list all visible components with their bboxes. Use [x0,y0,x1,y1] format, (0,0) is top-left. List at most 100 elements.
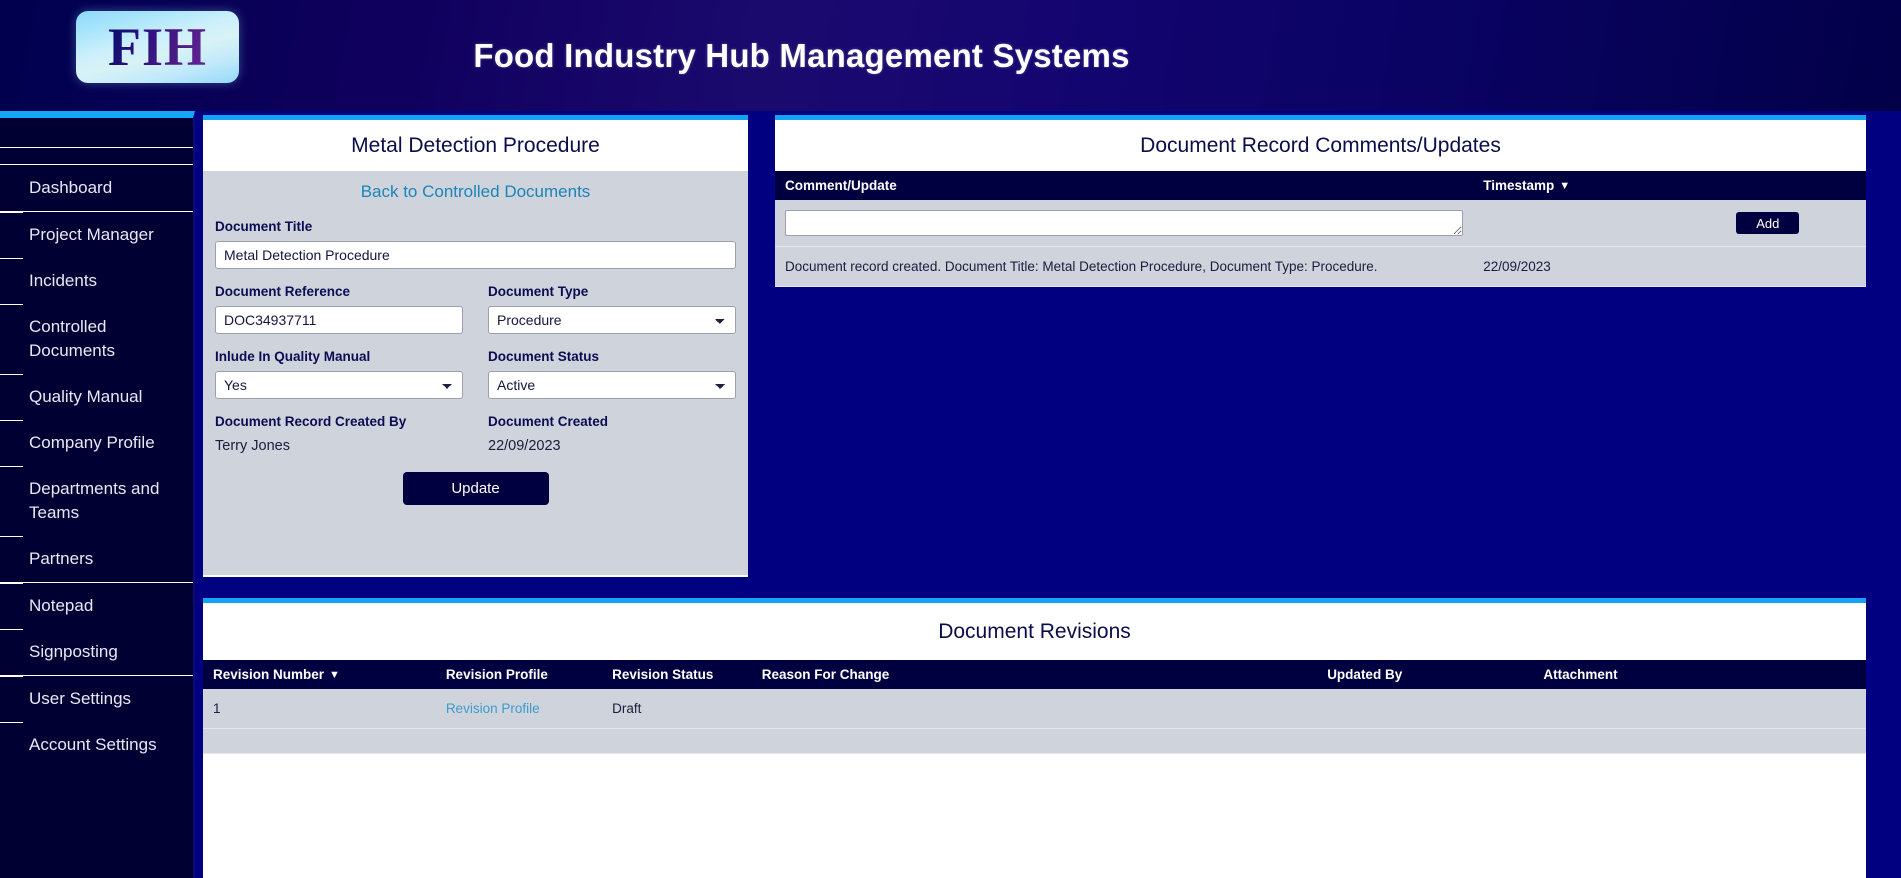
document-created-field: Document Created 22/09/2023 [488,414,736,454]
revisions-col-updated-by[interactable]: Updated By [1317,660,1534,689]
revisions-col-attachment[interactable]: Attachment [1533,660,1866,689]
comment-row-actions [1669,246,1866,287]
app-title: Food Industry Hub Management Systems [473,36,1130,74]
sidebar-item-label: Incidents [29,271,98,290]
document-type-label: Document Type [488,284,589,299]
quality-status-row: Inlude In Quality Manual Yes Document St… [215,349,736,399]
revisions-col-status-label: Revision Status [612,667,714,682]
comments-header-row: Comment/Update Timestamp ▼ [775,171,1866,200]
comments-col-timestamp-label: Timestamp [1483,178,1555,193]
sidebar-item-controlled-documents[interactable]: Controlled Documents [0,304,193,374]
document-revisions-panel: Document Revisions Revision Number ▼ Revi… [203,598,1866,878]
revision-number-cell: 1 [203,689,436,729]
revisions-table-footer-row [203,728,1866,754]
document-reference-label: Document Reference [215,284,351,299]
reference-type-row: Document Reference Document Type Procedu… [215,284,736,334]
comments-updates-panel: Document Record Comments/Updates Comment… [775,115,1866,287]
comments-col-comment[interactable]: Comment/Update [775,171,1474,200]
sidebar-item-partners[interactable]: Partners [0,536,193,582]
revision-profile-cell: Revision Profile [435,689,603,729]
sidebar-group-3: User Settings Account Settings [0,675,193,768]
created-by-field: Document Record Created By Terry Jones [215,414,463,454]
comments-col-comment-label: Comment/Update [785,178,897,193]
comment-add-cell: Add [1669,200,1866,247]
sidebar-item-account-settings[interactable]: Account Settings [0,722,193,768]
document-created-label: Document Created [488,414,609,429]
document-detail-panel: Metal Detection Procedure Back to Contro… [203,115,748,577]
document-reference-input[interactable] [215,306,463,334]
document-form: Back to Controlled Documents Document Ti… [203,171,748,575]
comment-input[interactable] [785,210,1464,236]
created-by-label: Document Record Created By [215,414,407,429]
comments-table-body: Add Document record created. Document Ti… [775,200,1866,287]
sidebar-item-label: Company Profile [29,433,155,452]
revisions-col-reason[interactable]: Reason For Change [751,660,1318,689]
revisions-table: Revision Number ▼ Revision Profile Revisi… [203,660,1866,754]
revisions-footer-cell [203,728,1866,754]
document-type-select[interactable]: Procedure [488,306,736,334]
document-title-label: Document Title [215,219,313,234]
comment-input-spacer-cell [1473,200,1670,247]
revision-status-cell: Draft [602,689,752,729]
sidebar-item-notepad[interactable]: Notepad [0,583,193,629]
comment-text: Document record created. Document Title:… [775,246,1474,287]
document-status-select[interactable]: Active [488,371,736,399]
app-root: FIH Food Industry Hub Management Systems… [0,0,1901,878]
comments-col-actions [1669,171,1866,200]
sidebar-item-dashboard[interactable]: Dashboard [0,165,193,211]
revisions-col-status[interactable]: Revision Status [602,660,752,689]
include-quality-manual-select[interactable]: Yes [215,371,463,399]
document-title-field: Document Title [215,219,736,269]
created-by-value: Terry Jones [215,438,290,454]
update-button[interactable]: Update [402,472,549,505]
table-row: 1 Revision Profile Draft [203,689,1866,729]
sidebar-item-user-settings[interactable]: User Settings [0,676,193,722]
sidebar-item-company-profile[interactable]: Company Profile [0,420,193,466]
revisions-panel-title: Document Revisions [203,603,1866,660]
app-header: FIH Food Industry Hub Management Systems [0,0,1901,111]
revisions-col-attachment-label: Attachment [1543,667,1618,682]
document-panel-title: Metal Detection Procedure [203,120,748,171]
document-status-label: Document Status [488,349,600,364]
sort-descending-icon: ▼ [1559,180,1571,192]
sidebar-item-label: Departments and Teams [29,479,160,522]
document-title-input[interactable] [215,241,736,269]
comments-col-timestamp[interactable]: Timestamp ▼ [1473,171,1670,200]
revision-profile-link[interactable]: Revision Profile [446,701,540,716]
created-info-row: Document Record Created By Terry Jones D… [215,414,736,454]
comments-table-head: Comment/Update Timestamp ▼ [775,171,1866,200]
comment-input-row: Add [775,200,1866,247]
sidebar-item-project-manager[interactable]: Project Manager [0,212,193,258]
revisions-table-head: Revision Number ▼ Revision Profile Revisi… [203,660,1866,689]
sidebar-nav: Dashboard Project Manager Incidents Control… [0,111,195,878]
sidebar-item-incidents[interactable]: Incidents [0,258,193,304]
sidebar-group-2: Notepad Signposting [0,582,193,675]
sidebar-item-label: Notepad [29,596,94,615]
revisions-col-reason-label: Reason For Change [761,667,890,682]
revisions-col-number[interactable]: Revision Number ▼ [203,660,436,689]
revision-attachment-cell [1533,689,1866,729]
document-type-field: Document Type Procedure [488,284,736,334]
sidebar-item-label: Dashboard [29,178,113,197]
revisions-col-profile[interactable]: Revision Profile [435,660,603,689]
back-to-controlled-documents-link[interactable]: Back to Controlled Documents [215,171,736,219]
comments-panel-title: Document Record Comments/Updates [775,120,1866,171]
add-comment-button[interactable]: Add [1736,212,1800,234]
comment-input-cell [775,200,1474,247]
document-status-field: Document Status Active [488,349,736,399]
sort-descending-icon: ▼ [329,669,340,681]
sidebar-item-signposting[interactable]: Signposting [0,629,193,675]
sidebar-item-label: Signposting [29,642,118,661]
revision-reason-cell [751,689,1318,729]
sidebar-top-spacer [0,118,193,148]
document-reference-field: Document Reference [215,284,463,334]
revisions-col-profile-label: Revision Profile [445,667,548,682]
table-row: Document record created. Document Title:… [775,246,1866,287]
sidebar-item-quality-manual[interactable]: Quality Manual [0,374,193,420]
sidebar-item-label: Partners [29,549,94,568]
sidebar-item-label: Controlled Documents [29,317,115,360]
sidebar-item-departments-and-teams[interactable]: Departments and Teams [0,466,193,536]
revisions-table-body: 1 Revision Profile Draft [203,689,1866,754]
sidebar-sub-spacer [0,148,193,165]
sidebar-item-label: Quality Manual [29,387,143,406]
